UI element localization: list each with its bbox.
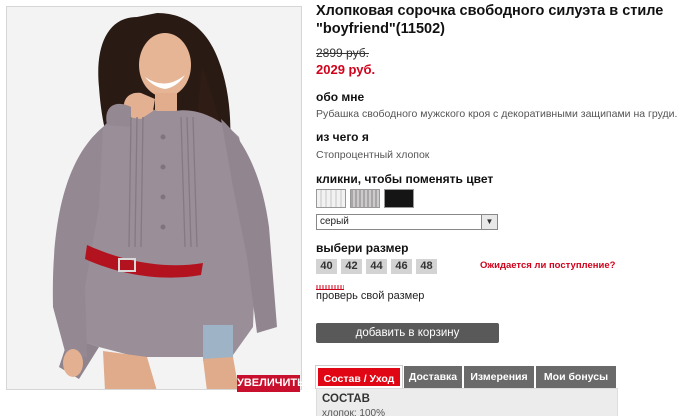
ruler-icon: [316, 283, 344, 290]
about-text: Рубашка свободного мужского кроя с декор…: [316, 108, 678, 120]
zoom-button[interactable]: УВЕЛИЧИТЬ: [237, 375, 305, 392]
material-text: Стопроцентный хлопок: [316, 149, 430, 161]
material-heading: из чего я: [316, 130, 369, 144]
new-price: 2029 руб.: [316, 62, 376, 77]
color-select-value: серый: [320, 216, 349, 227]
product-photo: [7, 7, 301, 389]
color-heading: кликни, чтобы поменять цвет: [316, 172, 494, 186]
tab-panel: СОСТАВ хлопок: 100%: [316, 388, 618, 416]
panel-title: СОСТАВ: [322, 393, 370, 405]
size-heading: выбери размер: [316, 241, 409, 255]
about-heading: обо мне: [316, 90, 365, 104]
chevron-down-icon[interactable]: ▼: [481, 215, 497, 229]
size-option-48[interactable]: 48: [416, 259, 437, 274]
size-option-46[interactable]: 46: [391, 259, 412, 274]
add-to-cart-button[interactable]: добавить в корзину: [316, 323, 499, 343]
expect-restock-link[interactable]: Ожидается ли поступление?: [480, 260, 615, 271]
panel-text: хлопок: 100%: [322, 408, 385, 416]
tab-measurements[interactable]: Измерения: [464, 366, 534, 388]
color-swatch-grey[interactable]: [350, 189, 380, 208]
size-option-42[interactable]: 42: [341, 259, 362, 274]
size-options: 40 42 44 46 48: [316, 259, 437, 274]
color-swatch-black[interactable]: [384, 189, 414, 208]
check-size-link[interactable]: проверь свой размер: [316, 290, 424, 302]
color-select[interactable]: серый ▼: [316, 214, 498, 230]
color-swatch-white[interactable]: [316, 189, 346, 208]
tab-composition-care[interactable]: Состав / Уход: [315, 365, 403, 389]
size-option-40[interactable]: 40: [316, 259, 337, 274]
product-title: Хлопковая сорочка свободного силуэта в с…: [316, 3, 664, 37]
tab-delivery[interactable]: Доставка: [404, 366, 462, 388]
color-swatches: [316, 189, 414, 208]
size-option-44[interactable]: 44: [366, 259, 387, 274]
tab-my-bonuses[interactable]: Мои бонусы: [536, 366, 616, 388]
info-tabs: Состав / Уход Доставка Измерения Мои бон…: [315, 365, 616, 389]
product-image[interactable]: [6, 6, 302, 390]
old-price: 2899 руб.: [316, 46, 369, 60]
